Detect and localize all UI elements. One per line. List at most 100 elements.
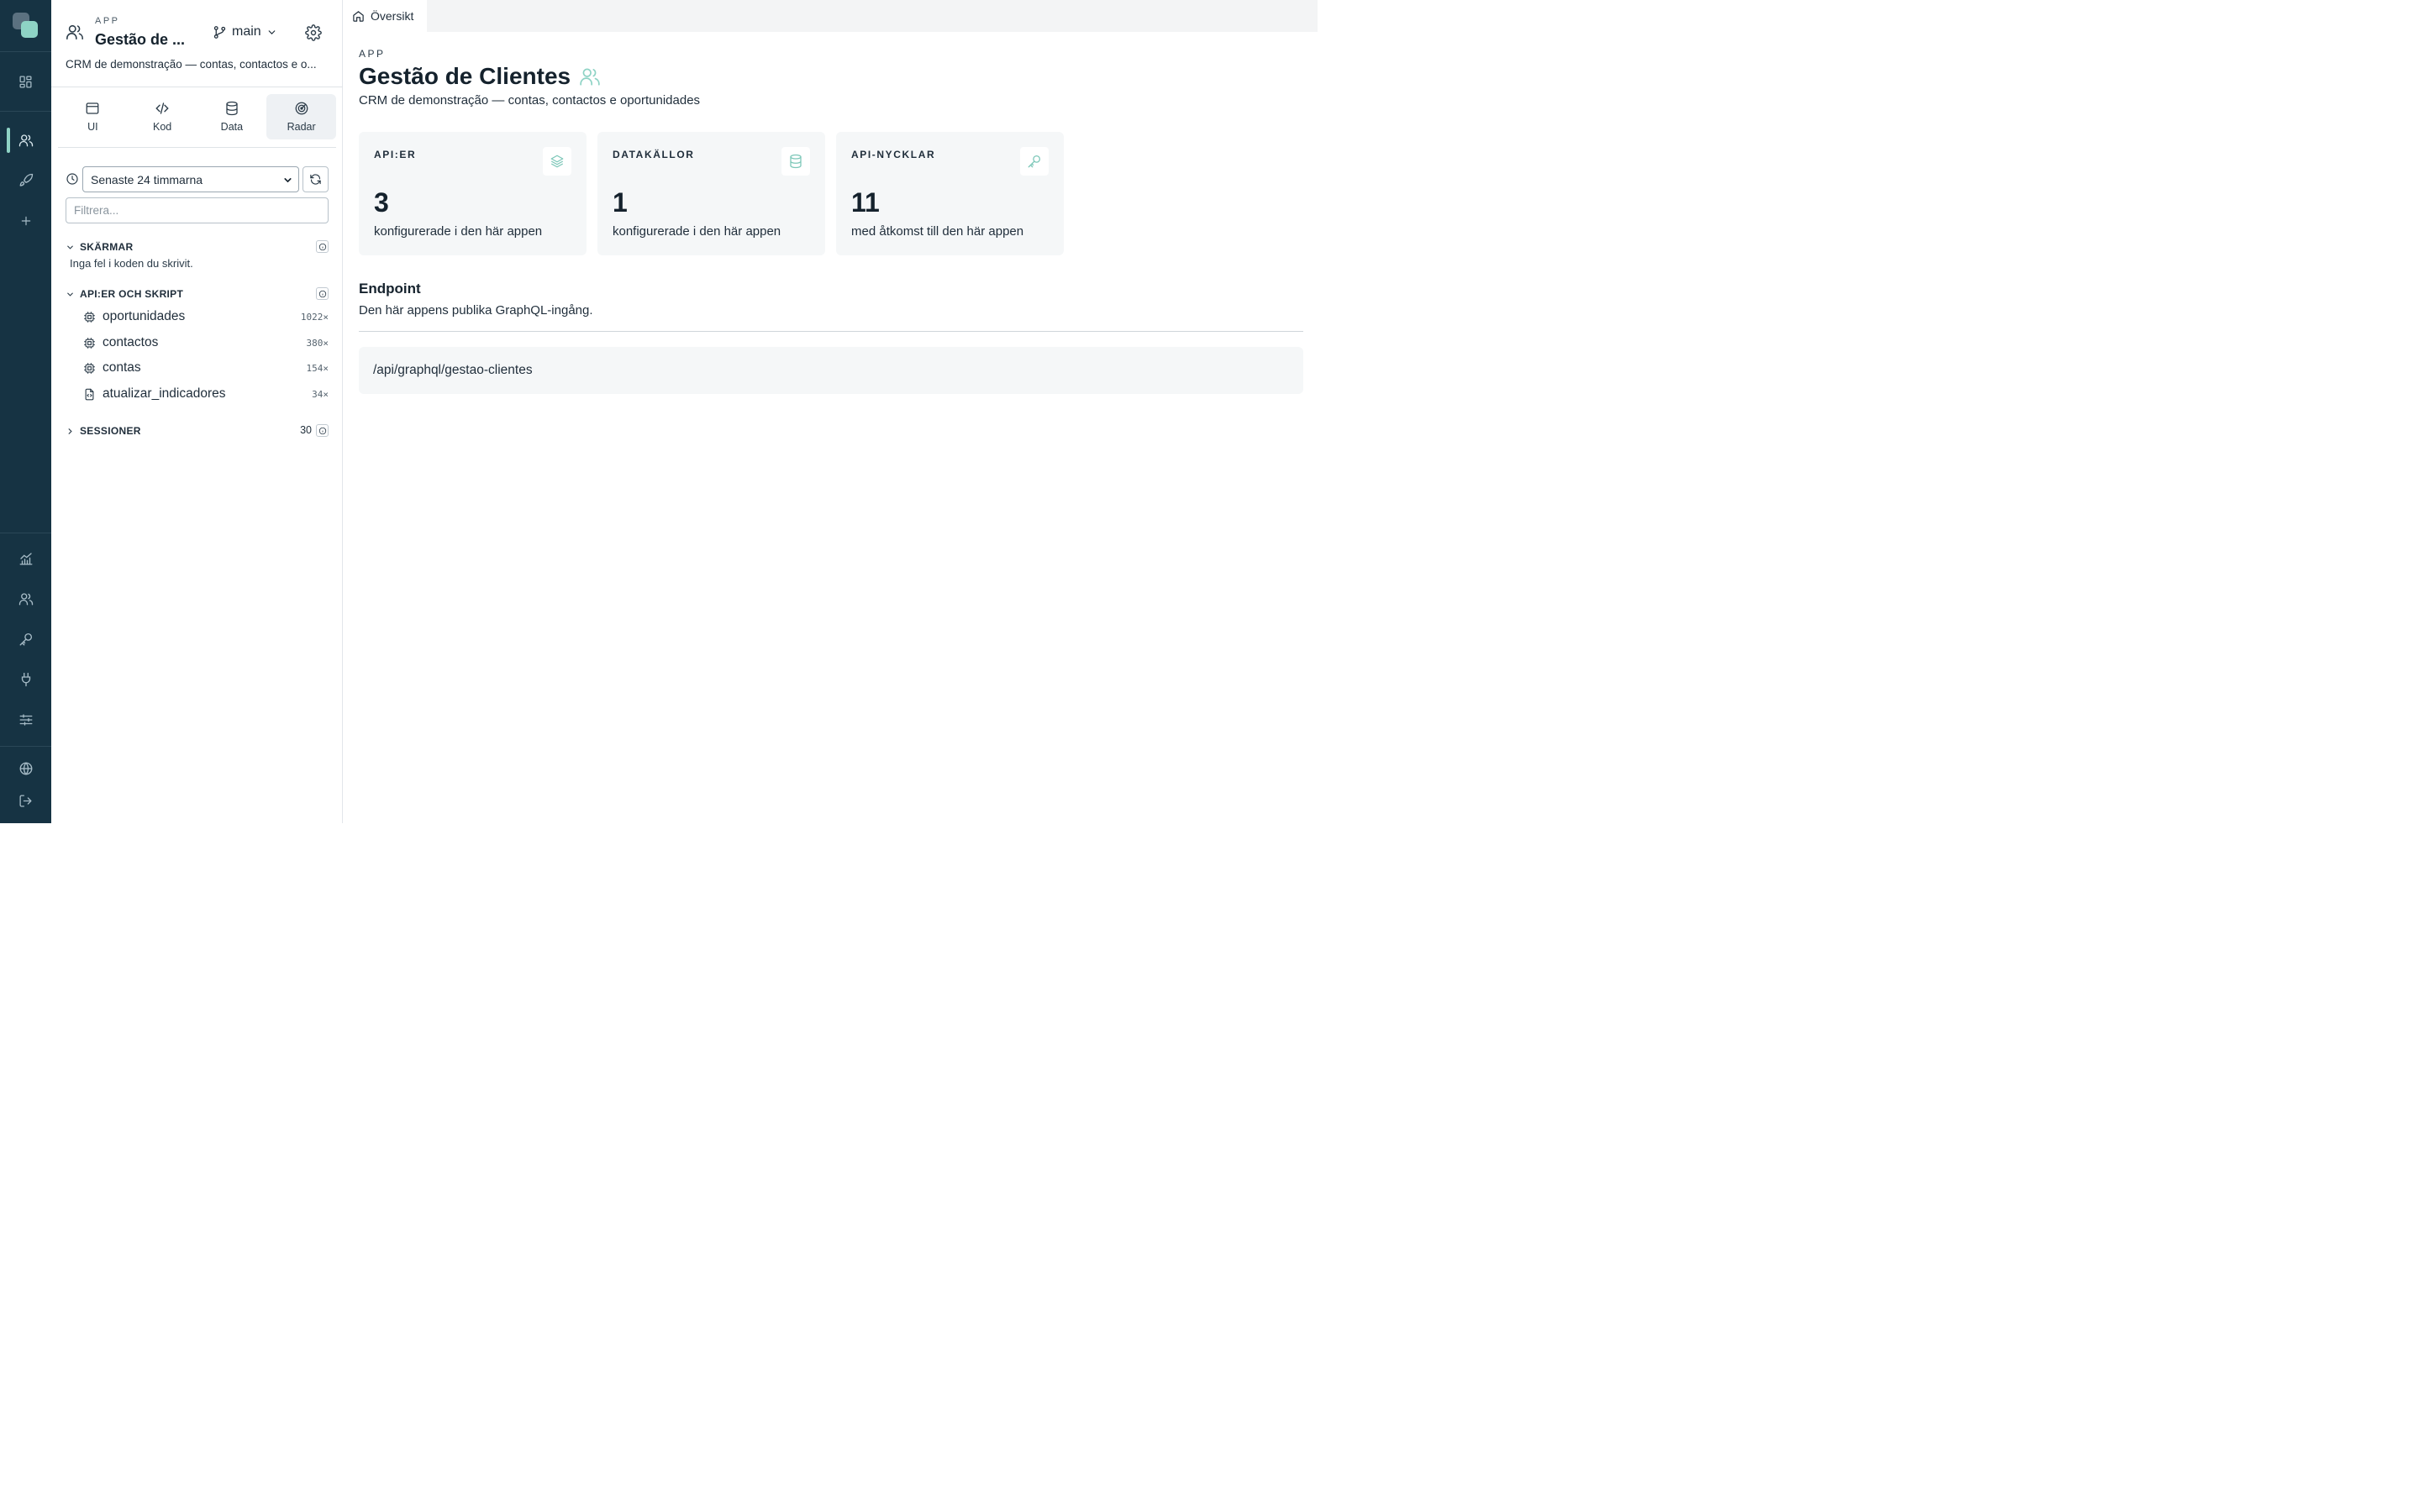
database-icon	[781, 147, 810, 176]
chevron-down-icon	[66, 290, 77, 299]
section-label: SKÄRMAR	[80, 241, 134, 253]
stat-subtext: med åtkomst till den här appen	[851, 224, 1024, 239]
radar-icon	[294, 101, 309, 116]
endpoint-description: Den här appens publika GraphQL-ingång.	[359, 303, 593, 318]
chart-icon[interactable]	[0, 542, 51, 575]
globe-icon[interactable]	[0, 752, 51, 785]
branch-selector[interactable]: main	[213, 24, 277, 39]
stat-card-datasources: DATAKÄLLOR 1 konfigurerade i den här app…	[597, 132, 825, 255]
cpu-icon	[83, 337, 97, 349]
stat-label: DATAKÄLLOR	[613, 149, 695, 160]
key-icon	[1020, 147, 1049, 176]
panel-tabs: UI Kod Data Radar	[58, 94, 336, 148]
endpoint-heading: Endpoint	[359, 281, 421, 297]
stat-label: API-NYCKLAR	[851, 149, 936, 160]
stat-subtext: konfigurerade i den här appen	[613, 224, 781, 239]
users-icon	[66, 23, 84, 41]
code-icon	[155, 101, 170, 116]
cpu-icon	[83, 362, 97, 375]
panel-description: CRM de demonstração — contas, contactos …	[66, 58, 317, 71]
app-panel: APP Gestão de ... main CRM de demonstraç…	[51, 0, 343, 823]
api-item-contactos[interactable]: contactos 380×	[83, 332, 329, 354]
rocket-icon[interactable]	[0, 164, 51, 197]
section-sessions[interactable]: SESSIONER 30	[66, 423, 329, 438]
team-icon[interactable]	[0, 582, 51, 616]
layers-icon	[543, 147, 571, 176]
stat-value: 3	[374, 187, 389, 218]
panel-header: APP Gestão de ... main CRM de demonstraç…	[51, 0, 343, 87]
dashboard-icon[interactable]	[0, 65, 51, 98]
info-icon[interactable]	[316, 424, 329, 437]
tab-label: UI	[87, 121, 98, 133]
plus-icon[interactable]	[0, 204, 51, 238]
app-rail	[0, 0, 51, 823]
api-call-count: 154×	[306, 362, 329, 374]
panel-title: Gestão de ...	[95, 31, 186, 48]
time-range-value: Senaste 24 timmarna	[91, 172, 203, 186]
api-call-count: 380×	[306, 337, 329, 349]
api-name: oportunidades	[103, 309, 186, 323]
home-icon	[352, 10, 365, 23]
api-name: atualizar_indicadores	[103, 386, 226, 401]
gear-icon[interactable]	[305, 24, 322, 41]
refresh-icon	[309, 173, 322, 186]
section-screens[interactable]: SKÄRMAR	[66, 239, 329, 255]
panel-kicker: APP	[95, 16, 120, 26]
screens-status-text: Inga fel i koden du skrivit.	[70, 257, 193, 270]
script-file-icon	[83, 388, 97, 401]
section-apis[interactable]: API:ER OCH SKRIPT	[66, 286, 329, 302]
filter-input[interactable]	[66, 197, 329, 223]
tab-ui[interactable]: UI	[58, 94, 128, 139]
api-item-oportunidades[interactable]: oportunidades 1022×	[83, 306, 329, 328]
page-kicker: APP	[359, 48, 386, 60]
sliders-icon[interactable]	[0, 703, 51, 737]
tab-radar[interactable]: Radar	[266, 94, 336, 139]
tab-label: Översikt	[371, 9, 414, 23]
tab-kod[interactable]: Kod	[128, 94, 197, 139]
database-icon	[224, 101, 239, 116]
tab-label: Radar	[287, 121, 316, 133]
chevron-down-icon	[66, 243, 77, 252]
info-icon[interactable]	[316, 240, 329, 253]
time-range-select[interactable]: Senaste 24 timmarna	[82, 166, 299, 192]
users-icon	[579, 66, 601, 87]
chevron-down-icon	[266, 27, 277, 38]
tab-data[interactable]: Data	[197, 94, 267, 139]
stat-card-apis: API:ER 3 konfigurerade i den här appen	[359, 132, 587, 255]
key-icon[interactable]	[0, 622, 51, 656]
rail-divider	[0, 111, 51, 112]
api-item-atualizar-indicadores[interactable]: atualizar_indicadores 34×	[83, 383, 329, 405]
logout-icon[interactable]	[0, 784, 51, 817]
plug-icon[interactable]	[0, 663, 51, 696]
divider	[359, 331, 1303, 332]
endpoint-path-text[interactable]: /api/graphql/gestao-clientes	[373, 363, 533, 378]
chevron-right-icon	[66, 427, 77, 436]
rail-divider	[0, 51, 51, 52]
branch-name: main	[232, 24, 261, 39]
cpu-icon	[83, 311, 97, 323]
git-branch-icon	[213, 25, 227, 39]
api-call-count: 1022×	[300, 311, 329, 323]
stat-card-api-keys: API-NYCKLAR 11 med åtkomst till den här …	[836, 132, 1064, 255]
page-description: CRM de demonstração — contas, contactos …	[359, 93, 701, 108]
time-range-row: Senaste 24 timmarna	[66, 166, 329, 192]
api-name: contas	[103, 360, 141, 375]
tab-oversikt[interactable]: Översikt	[344, 0, 427, 32]
stat-value: 1	[613, 187, 628, 218]
chevron-down-icon	[282, 175, 293, 186]
api-name: contactos	[103, 335, 159, 349]
rail-divider	[0, 746, 51, 747]
main-content: APP Gestão de Clientes CRM de demonstraç…	[344, 32, 1318, 823]
window-icon	[85, 101, 100, 116]
section-label: SESSIONER	[80, 425, 141, 437]
refresh-button[interactable]	[302, 166, 329, 192]
endpoint-path[interactable]: /api/graphql/gestao-clientes	[359, 347, 1303, 394]
section-label: API:ER OCH SKRIPT	[80, 288, 184, 300]
logo[interactable]	[13, 13, 39, 39]
api-call-count: 34×	[312, 388, 329, 400]
users-icon[interactable]	[0, 123, 51, 157]
clock-icon	[66, 172, 79, 186]
info-icon[interactable]	[316, 287, 329, 300]
session-count: 30	[300, 424, 312, 436]
api-item-contas[interactable]: contas 154×	[83, 357, 329, 379]
